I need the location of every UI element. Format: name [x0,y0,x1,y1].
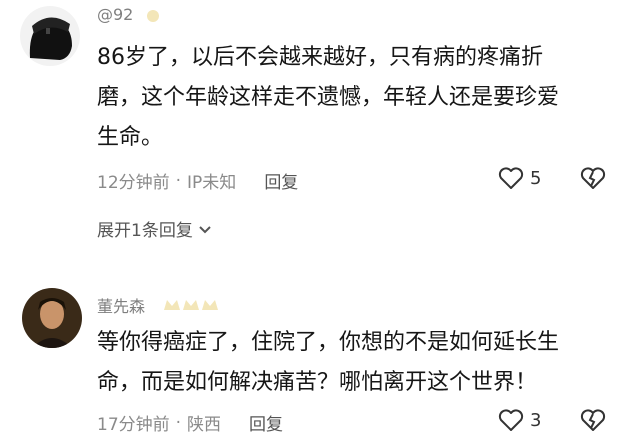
reply-button[interactable]: 回复 [249,410,283,435]
comment-item: 董先森 等你得癌症了，住院了，你想的不是如何延长生 命，而是如何解决痛苦？哪怕离… [0,0,636,435]
meta-dot: · [175,412,182,433]
comment-meta: 17分钟前 · 陕西 回复 [97,410,283,436]
comment-line: 等你得癌症了，住院了，你想的不是如何延长生 [97,330,560,355]
like-count: 3 [530,409,542,431]
dislike-button[interactable] [580,408,606,436]
username[interactable]: 董先森 [97,293,145,317]
avatar[interactable] [22,288,82,348]
comment-time: 17分钟前 [97,415,170,435]
comment-text: 等你得癌症了，住院了，你想的不是如何延长生 命，而是如何解决痛苦？哪怕离开这个世… [97,323,617,403]
comment-line: 命，而是如何解决痛苦？哪怕离开这个世界！ [97,370,538,395]
like-button[interactable]: 3 [498,408,541,432]
broken-heart-icon [580,409,606,431]
comment-location: 陕西 [187,415,222,435]
vip-badge-icon [163,296,218,312]
heart-icon [498,409,524,431]
